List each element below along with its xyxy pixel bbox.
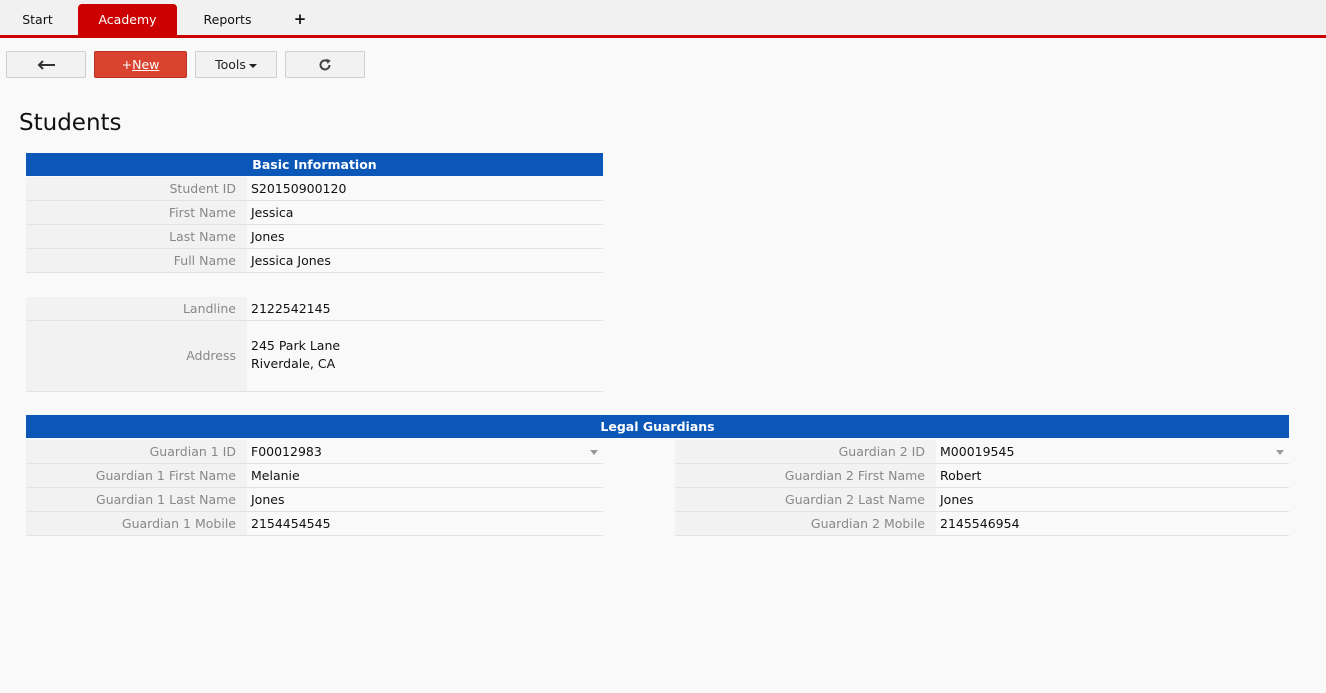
field-row-last-name: Last Name Jones xyxy=(26,225,603,249)
field-row-guardian2-id: Guardian 2 ID M00019545 xyxy=(675,440,1289,464)
field-label: Address xyxy=(26,321,247,391)
guardian1-id-select[interactable]: F00012983 xyxy=(251,440,322,463)
field-row-guardian1-id: Guardian 1 ID F00012983 xyxy=(26,440,603,464)
guardian2-mobile-value[interactable]: 2145546954 xyxy=(940,512,1020,535)
field-label: Guardian 2 Mobile xyxy=(675,512,936,535)
field-row-guardian1-last-name: Guardian 1 Last Name Jones xyxy=(26,488,603,512)
back-button[interactable] xyxy=(6,51,86,78)
field-value-student-id[interactable]: S20150900120 xyxy=(251,177,346,200)
page-title: Students xyxy=(19,110,122,136)
address-link-line2[interactable]: Riverdale, CA xyxy=(251,355,335,373)
field-row-student-id: Student ID S20150900120 xyxy=(26,177,603,201)
refresh-icon xyxy=(319,58,331,70)
new-button-prefix: + xyxy=(121,57,133,72)
field-value-last-name[interactable]: Jones xyxy=(251,225,284,248)
field-label: Guardian 2 First Name xyxy=(675,464,936,487)
field-row-guardian1-first-name: Guardian 1 First Name Melanie xyxy=(26,464,603,488)
guardian2-first-name-value[interactable]: Robert xyxy=(940,464,981,487)
guardian1-first-name-value[interactable]: Melanie xyxy=(251,464,300,487)
tab-reports[interactable]: Reports xyxy=(190,4,265,35)
guardian2-id-select[interactable]: M00019545 xyxy=(940,440,1014,463)
basic-information-header: Basic Information xyxy=(26,153,603,176)
chevron-down-icon[interactable] xyxy=(590,450,598,455)
field-row-guardian2-mobile: Guardian 2 Mobile 2145546954 xyxy=(675,512,1289,536)
field-row-guardian2-first-name: Guardian 2 First Name Robert xyxy=(675,464,1289,488)
field-label: Landline xyxy=(26,297,247,320)
caret-down-icon xyxy=(248,63,257,68)
field-row-guardian2-last-name: Guardian 2 Last Name Jones xyxy=(675,488,1289,512)
field-label: Full Name xyxy=(26,249,247,272)
new-button[interactable]: +New xyxy=(94,51,187,78)
tab-bar: Start Academy Reports + xyxy=(0,0,1326,38)
field-row-first-name: First Name Jessica xyxy=(26,201,603,225)
tab-academy[interactable]: Academy xyxy=(78,4,177,35)
guardian1-last-name-value[interactable]: Jones xyxy=(251,488,284,511)
chevron-down-icon[interactable] xyxy=(1276,450,1284,455)
field-row-guardian1-mobile: Guardian 1 Mobile 2154454545 xyxy=(26,512,603,536)
legal-guardians-header: Legal Guardians xyxy=(26,415,1289,438)
refresh-button[interactable] xyxy=(285,51,365,78)
field-label: Student ID xyxy=(26,177,247,200)
tools-button-label: Tools xyxy=(215,57,246,72)
field-label: Guardian 1 Last Name xyxy=(26,488,247,511)
field-row-landline: Landline 2122542145 xyxy=(26,297,603,321)
tools-menu-button[interactable]: Tools xyxy=(195,51,277,78)
field-value-landline[interactable]: 2122542145 xyxy=(251,297,331,320)
field-label: First Name xyxy=(26,201,247,224)
field-label: Guardian 2 ID xyxy=(675,440,936,463)
field-label: Guardian 1 Mobile xyxy=(26,512,247,535)
add-tab-button[interactable]: + xyxy=(285,4,315,35)
field-row-address: Address 245 Park Lane Riverdale, CA xyxy=(26,321,603,392)
field-row-full-name: Full Name Jessica Jones xyxy=(26,249,603,273)
guardian1-mobile-value[interactable]: 2154454545 xyxy=(251,512,331,535)
field-label: Guardian 2 Last Name xyxy=(675,488,936,511)
new-button-label: New xyxy=(132,57,160,72)
guardian2-last-name-value[interactable]: Jones xyxy=(940,488,973,511)
arrow-left-icon xyxy=(37,59,55,70)
field-value-first-name[interactable]: Jessica xyxy=(251,201,293,224)
field-label: Guardian 1 First Name xyxy=(26,464,247,487)
address-link-line1[interactable]: 245 Park Lane xyxy=(251,337,340,355)
field-value-full-name[interactable]: Jessica Jones xyxy=(251,249,331,272)
field-label: Guardian 1 ID xyxy=(26,440,247,463)
field-label: Last Name xyxy=(26,225,247,248)
tab-start[interactable]: Start xyxy=(10,4,65,35)
